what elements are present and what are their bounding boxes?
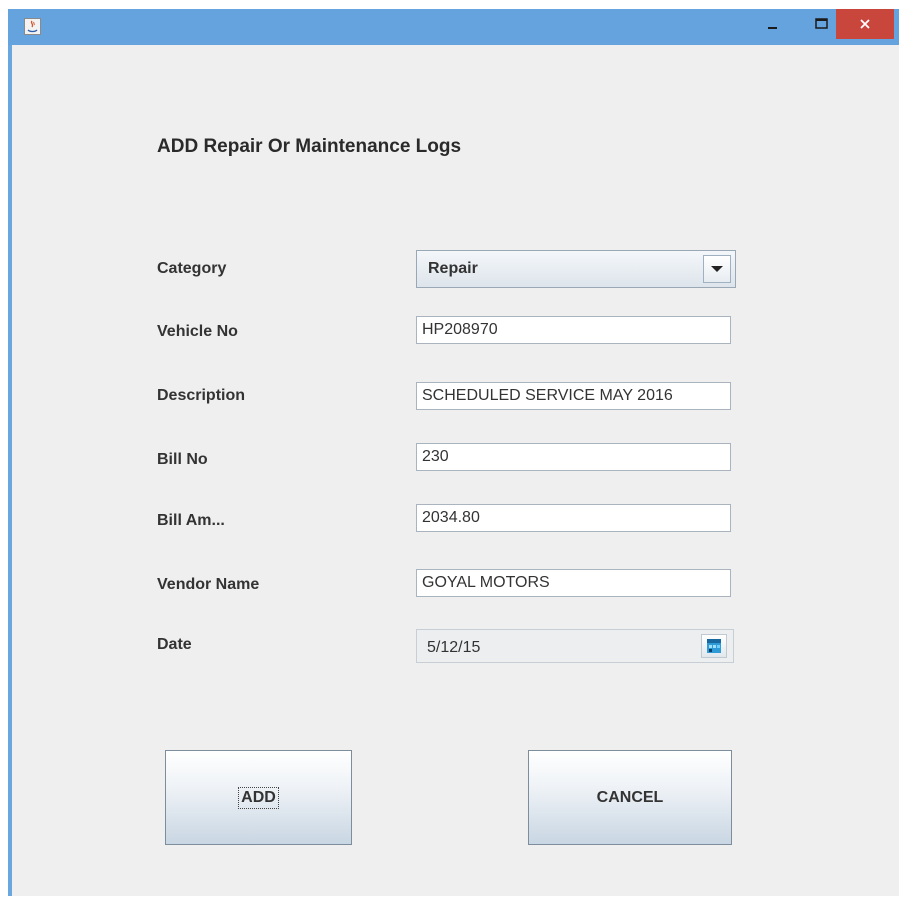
description-field[interactable]: SCHEDULED SERVICE MAY 2016: [416, 382, 731, 410]
chevron-down-icon[interactable]: [703, 255, 731, 283]
close-icon[interactable]: [836, 9, 894, 39]
vendor-name-field[interactable]: GOYAL MOTORS: [416, 569, 731, 597]
category-selected-value: Repair: [428, 260, 478, 277]
calendar-icon[interactable]: [701, 634, 727, 658]
vehicle-no-field[interactable]: HP208970: [416, 316, 731, 344]
cancel-button-label: CANCEL: [596, 788, 664, 806]
description-label: Description: [157, 387, 246, 404]
title-bar[interactable]: [8, 9, 899, 45]
date-value: 5/12/15: [427, 639, 481, 656]
category-dropdown[interactable]: Repair: [416, 250, 736, 288]
category-label: Category: [157, 260, 227, 277]
date-label: Date: [157, 636, 192, 653]
add-button-label: ADD: [238, 786, 279, 809]
bill-no-field[interactable]: 230: [416, 443, 731, 471]
bill-no-label: Bill No: [157, 451, 208, 468]
page-title: ADD Repair Or Maintenance Logs: [157, 136, 462, 157]
java-app-icon: [24, 18, 41, 35]
vehicle-no-label: Vehicle No: [157, 323, 238, 340]
cancel-button[interactable]: CANCEL: [528, 750, 732, 845]
bill-amount-label: Bill Am...: [157, 512, 225, 529]
date-picker[interactable]: 5/12/15: [416, 629, 734, 663]
minimize-icon[interactable]: [759, 9, 786, 39]
add-button[interactable]: ADD: [165, 750, 352, 845]
maximize-icon[interactable]: [808, 9, 835, 39]
vendor-name-label: Vendor Name: [157, 576, 260, 593]
bill-amount-field[interactable]: 2034.80: [416, 504, 731, 532]
